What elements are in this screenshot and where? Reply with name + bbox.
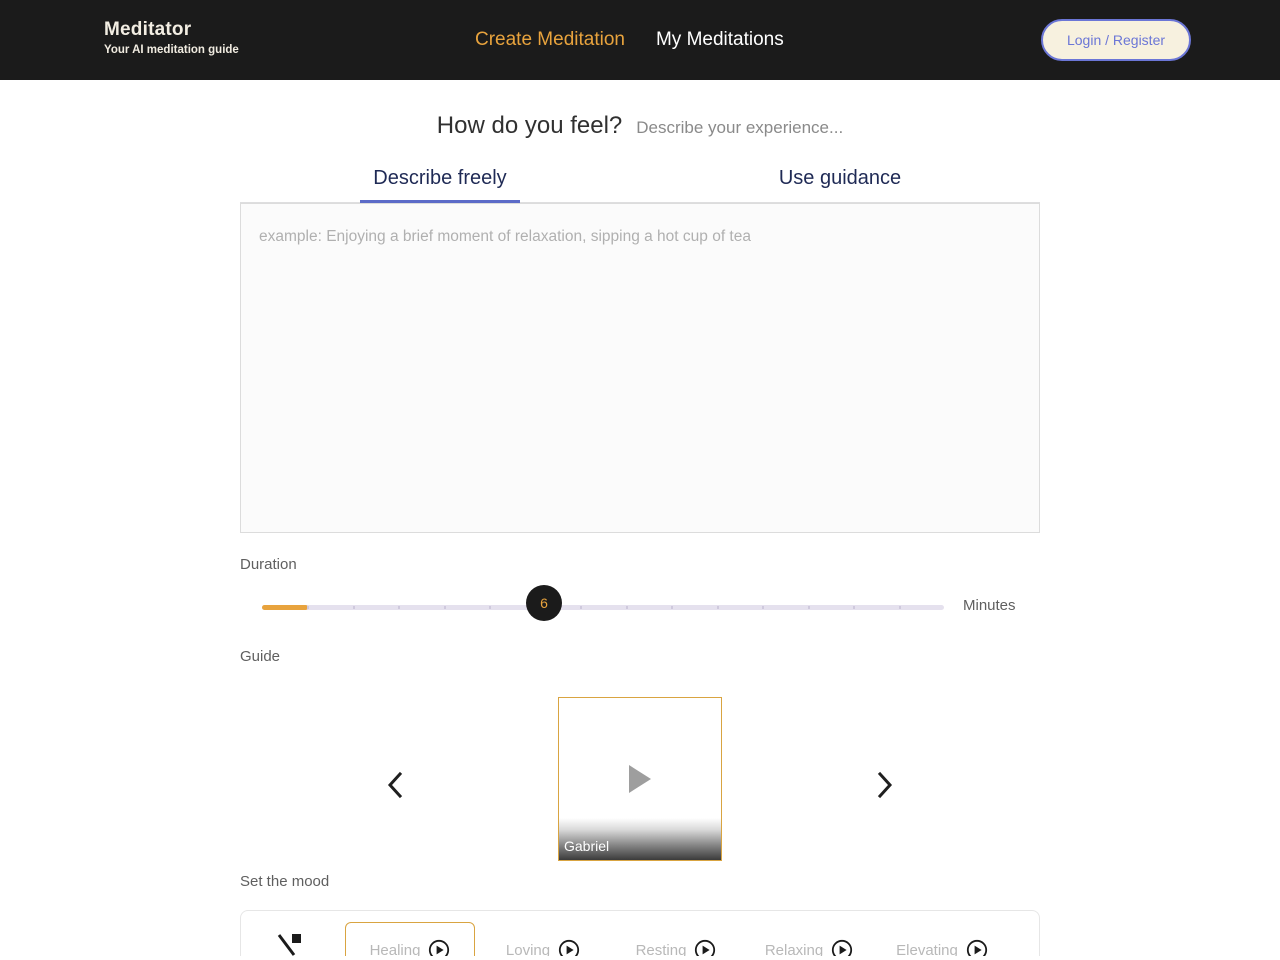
play-circle-icon[interactable] <box>966 939 988 956</box>
duration-slider-ticks <box>262 606 944 609</box>
app-header: Meditator Your AI meditation guide Creat… <box>0 0 1280 80</box>
play-circle-icon[interactable] <box>428 939 450 956</box>
play-circle-icon[interactable] <box>558 939 580 956</box>
mood-chip-label: Elevating <box>896 941 958 957</box>
experience-textarea[interactable]: example: Enjoying a brief moment of rela… <box>240 203 1040 533</box>
duration-slider-tick <box>762 606 764 609</box>
brand-logo[interactable]: Meditator Your AI meditation guide <box>104 19 239 58</box>
duration-slider-tick <box>307 606 309 609</box>
duration-slider-tick <box>717 606 719 609</box>
experience-textarea-placeholder: example: Enjoying a brief moment of rela… <box>259 228 751 245</box>
play-circle-icon[interactable] <box>694 939 716 956</box>
nav-item-create-meditation[interactable]: Create Meditation <box>475 27 625 53</box>
mood-chip-resting[interactable]: Resting <box>611 922 741 956</box>
duration-slider-tick <box>808 606 810 609</box>
main-nav: Create Meditation My Meditations <box>475 27 784 53</box>
headline-row: How do you feel? Describe your experienc… <box>0 111 1280 141</box>
brand-title: Meditator <box>104 19 192 40</box>
mood-chip-label: Loving <box>505 941 551 957</box>
duration-slider-tick <box>353 606 355 609</box>
mood-chip-relaxing[interactable]: Relaxing <box>744 922 874 956</box>
mood-panel: Healing Loving Resting Relaxing Elevating <box>240 910 1040 956</box>
mood-chip-loving[interactable]: Loving <box>478 922 608 956</box>
mood-label: Set the mood <box>240 873 330 890</box>
duration-slider-tick <box>398 606 400 609</box>
duration-slider-tick <box>580 606 582 609</box>
mood-chip-healing[interactable]: Healing <box>345 922 475 956</box>
duration-unit-label: Minutes <box>963 597 1016 614</box>
duration-slider-tick <box>626 606 628 609</box>
page-title: How do you feel? <box>436 112 623 139</box>
mood-chip-label: Healing <box>369 941 421 957</box>
guide-name-label: Gabriel <box>564 838 610 854</box>
guide-label: Guide <box>240 648 281 665</box>
guide-carousel: Gabriel <box>240 697 1040 872</box>
play-circle-icon[interactable] <box>831 939 853 956</box>
mood-chip-label: Relaxing <box>764 941 824 957</box>
main-content: How do you feel? Describe your experienc… <box>0 111 1280 956</box>
cursor-pointer-icon <box>277 933 303 956</box>
nav-item-my-meditations[interactable]: My Meditations <box>656 27 784 53</box>
duration-slider-thumb[interactable]: 6 <box>526 585 562 621</box>
brand-subtitle: Your AI meditation guide <box>104 44 239 56</box>
duration-slider-tick <box>444 606 446 609</box>
play-icon <box>629 765 651 793</box>
input-mode-tabs: Describe freely Use guidance <box>240 167 1040 203</box>
mood-chip-label: Resting <box>635 941 687 957</box>
tab-describe-freely[interactable]: Describe freely <box>240 167 640 202</box>
chevron-left-icon[interactable] <box>382 765 408 805</box>
login-register-button[interactable]: Login / Register <box>1041 19 1191 61</box>
mood-chip-elevating[interactable]: Elevating <box>877 922 1007 956</box>
duration-slider-tick <box>853 606 855 609</box>
duration-slider-tick <box>899 606 901 609</box>
duration-slider[interactable]: 6 Minutes <box>240 585 1040 629</box>
chevron-right-icon[interactable] <box>872 765 898 805</box>
duration-label: Duration <box>240 556 297 573</box>
tab-use-guidance[interactable]: Use guidance <box>640 167 1040 202</box>
page-subtitle: Describe your experience... <box>636 118 844 137</box>
guide-card-selected[interactable]: Gabriel <box>558 697 722 861</box>
duration-slider-tick <box>489 606 491 609</box>
duration-slider-tick <box>671 606 673 609</box>
